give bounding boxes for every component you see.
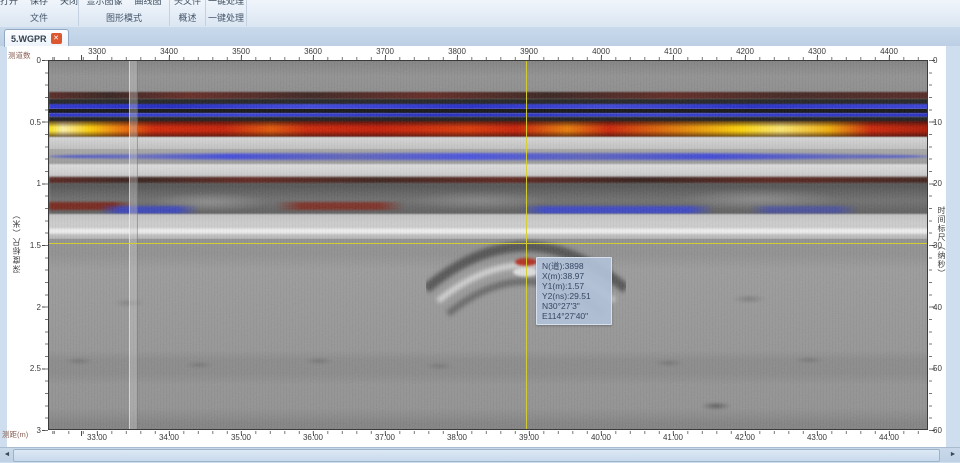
ribbon-toolbar: 打开保存关闭文件显示图像曲线图图形模式头文件概述一键处理一键处理 [0, 0, 960, 28]
left-axis-ticks: 00.511.522.53 [7, 60, 41, 432]
toolbar-group-label: 一键处理 [208, 11, 244, 24]
tab-close-icon[interactable]: ✕ [51, 33, 62, 44]
toolbar-group-label: 图形模式 [106, 11, 142, 24]
left-tick-label: 1 [7, 179, 41, 188]
toolbar-group-label: 概述 [178, 11, 196, 24]
left-tick-label: 1.5 [7, 241, 41, 250]
toolbar-button[interactable]: 显示图像 [86, 0, 122, 9]
document-tab-bar: 5.WGPR ✕ [0, 27, 960, 46]
scroll-left-arrow-icon[interactable]: ◄ [1, 448, 13, 461]
tooltip-line: E114°27'40" [542, 311, 606, 321]
radargram-panel: 测道数 深度标尺（米） 时间标尺（纳秒） 3300340035003600370… [7, 46, 946, 447]
radargram-canvas[interactable] [48, 60, 928, 430]
toolbar-button[interactable]: 曲线图 [135, 0, 162, 9]
tooltip-line: X(m):38.97 [542, 271, 606, 281]
toolbar-button[interactable]: 头文件 [174, 0, 201, 9]
vertical-striation-texture [49, 61, 928, 430]
right-axis-ticks: 0102030405060 [933, 60, 953, 432]
measurement-tooltip: N(道):3898X(m):38.97Y1(m):1.57Y2(ns):29.5… [536, 257, 612, 325]
toolbar-button[interactable]: 关闭 [60, 0, 78, 9]
app-window: { "toolbar": { "groups": [ {"label": "文件… [0, 0, 960, 463]
left-tick-label: 2 [7, 303, 41, 312]
right-axis-minor-tickmarks [929, 60, 932, 431]
crosshair-vertical-line [526, 61, 527, 429]
scroll-right-arrow-icon[interactable]: ► [947, 448, 959, 461]
crosshair-horizontal-line [49, 243, 927, 244]
left-tick-label: 2.5 [7, 364, 41, 373]
tab-label: 5.WGPR [11, 34, 47, 44]
toolbar-group-4: 一键处理一键处理 [206, 0, 247, 26]
toolbar-button[interactable]: 打开 [0, 0, 18, 9]
tooltip-line: N(道):3898 [542, 261, 606, 271]
toolbar-group-2: 显示图像 曲线图图形模式 [79, 0, 170, 26]
left-tick-label: 0.5 [7, 118, 41, 127]
horizontal-scrollbar[interactable]: ◄ ► [0, 447, 960, 462]
tooltip-line: Y2(ns):29.51 [542, 291, 606, 301]
bottom-axis-unit-label: 测距(m) [2, 429, 28, 440]
toolbar-group-label: 文件 [30, 11, 48, 24]
toolbar-button[interactable]: 一键处理 [208, 0, 244, 9]
tab-wgpr[interactable]: 5.WGPR ✕ [4, 29, 69, 47]
toolbar-group-3: 头文件概述 [170, 0, 206, 26]
bottom-axis-minor-tickmarks [48, 431, 928, 434]
tooltip-line: N30°27'3" [542, 301, 606, 311]
scrollbar-thumb[interactable] [13, 449, 940, 462]
toolbar-button[interactable]: 保存 [30, 0, 48, 9]
toolbar-group-1: 打开 保存 关闭文件 [0, 0, 79, 26]
left-tick-label: 0 [7, 56, 41, 65]
tooltip-line: Y1(m):1.57 [542, 281, 606, 291]
